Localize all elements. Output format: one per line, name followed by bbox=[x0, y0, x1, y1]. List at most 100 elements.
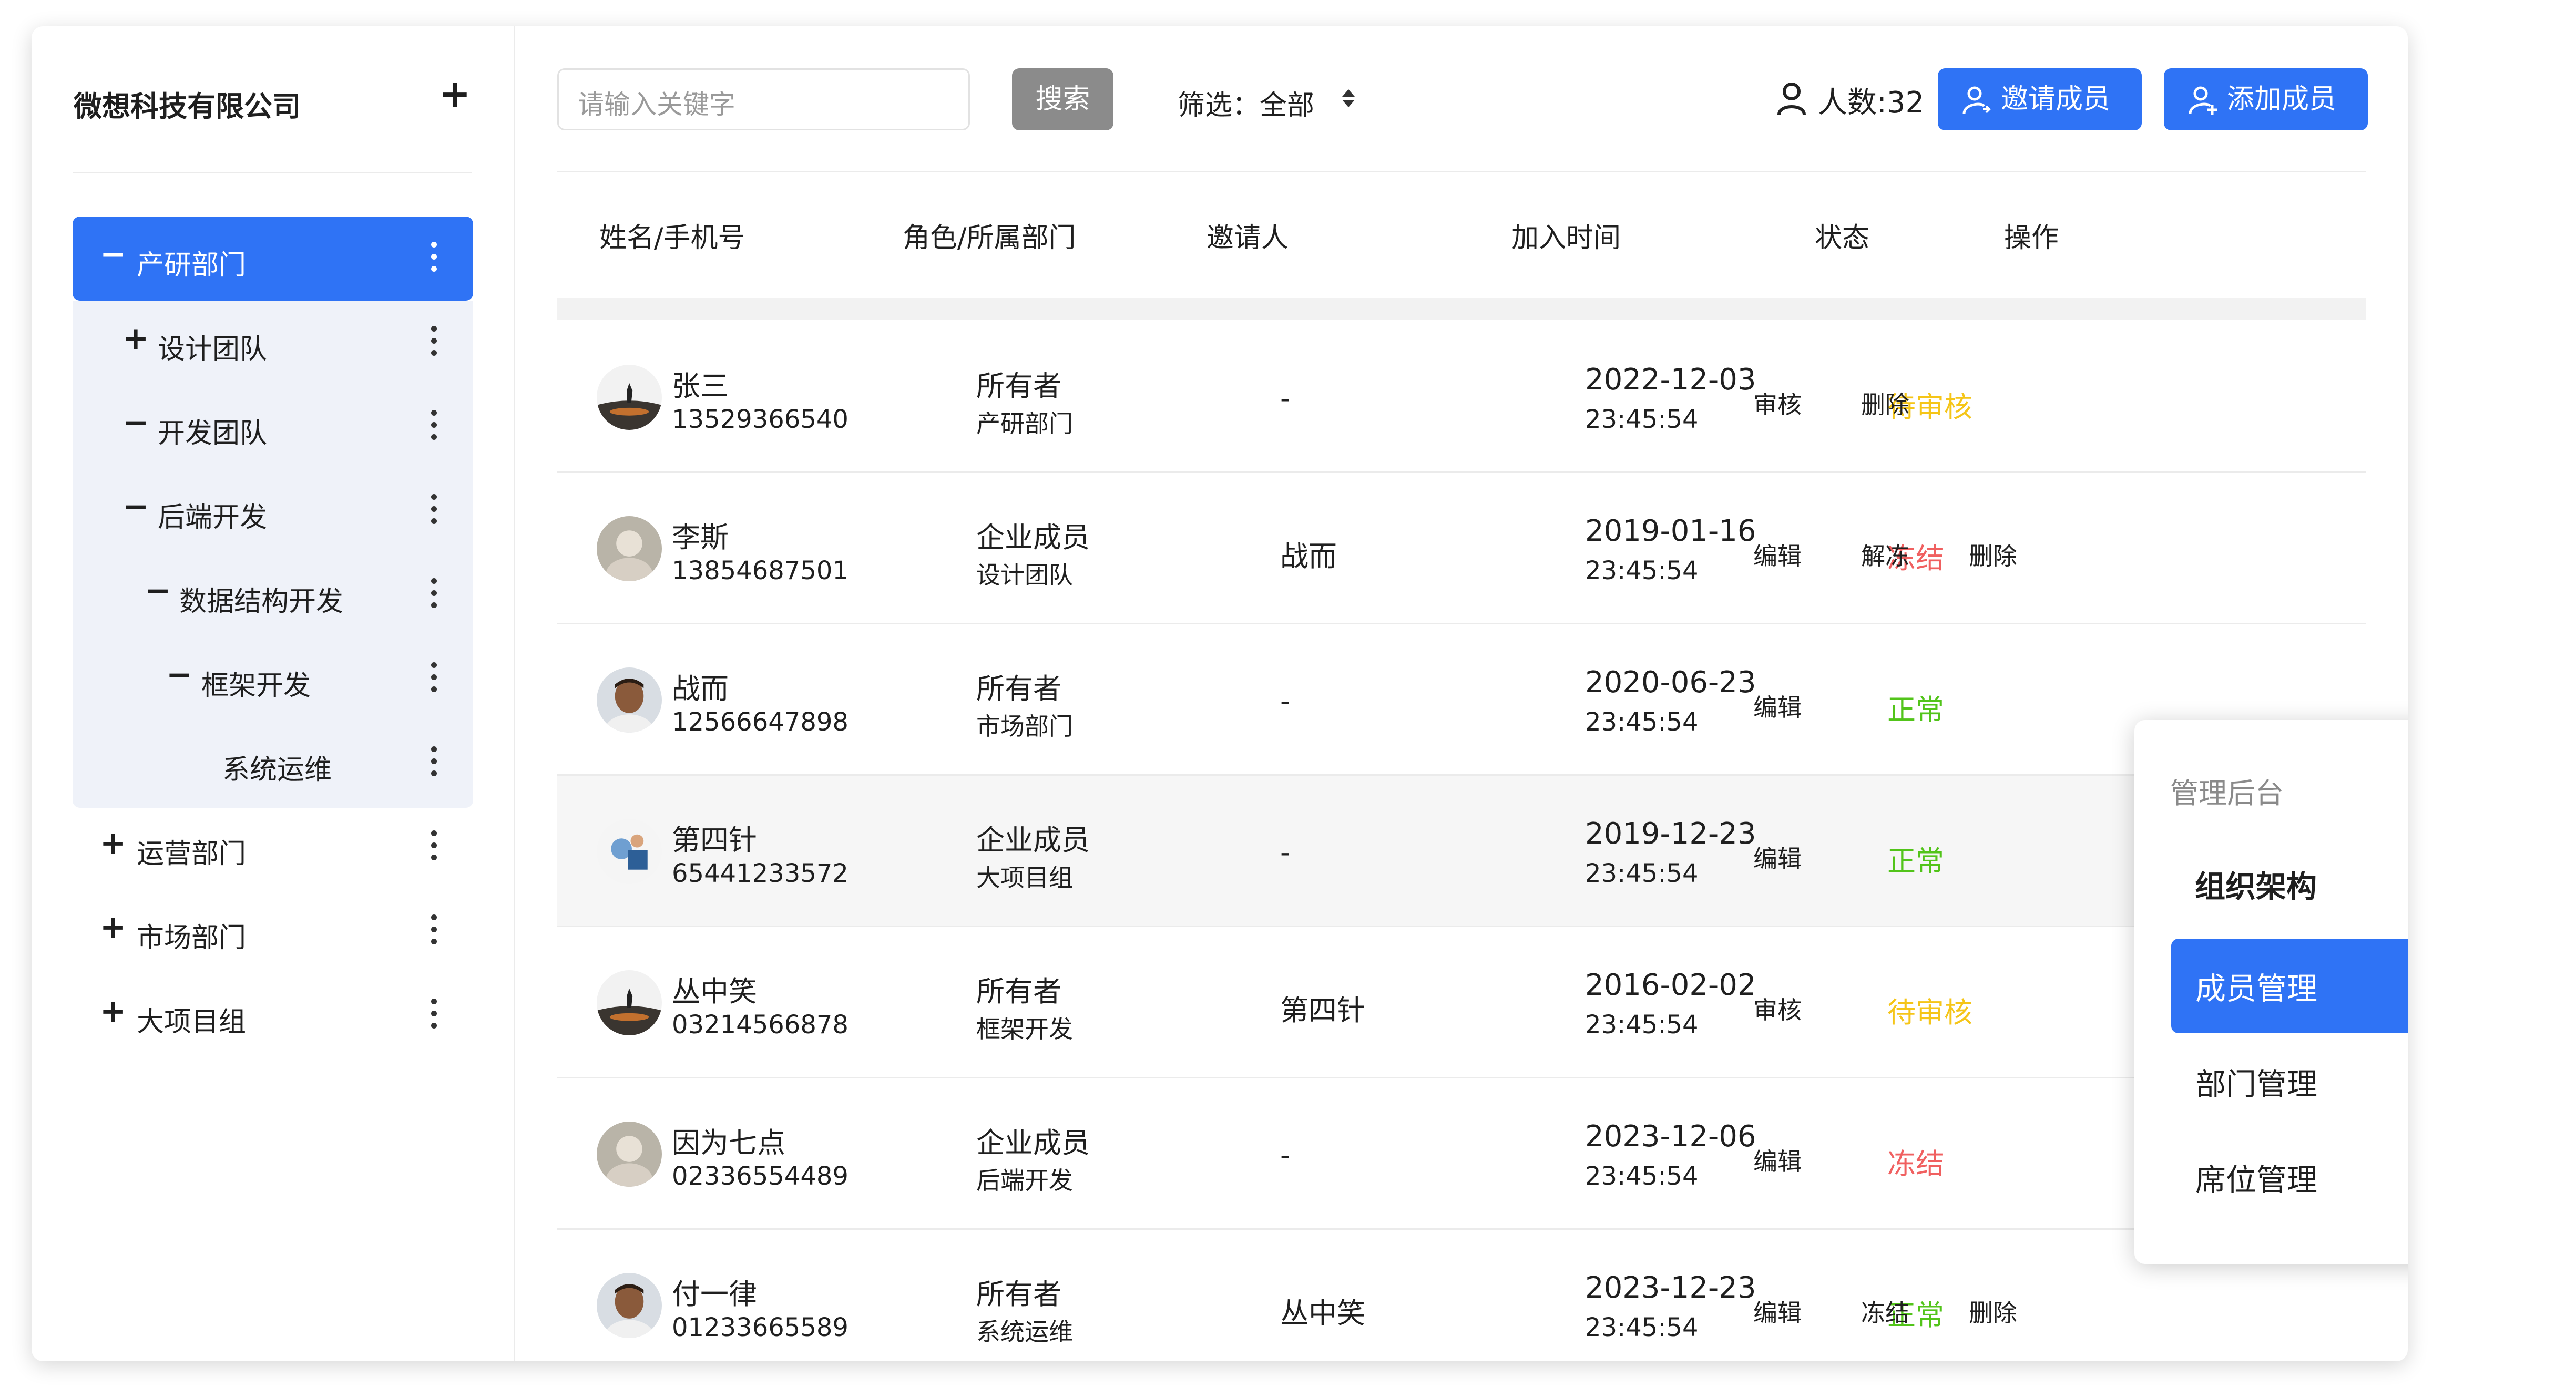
member-role: 企业成员 bbox=[976, 1126, 1090, 1159]
member-inviter: - bbox=[1280, 836, 1291, 869]
tree-node[interactable]: − 框架开发 bbox=[73, 637, 473, 721]
expand-icon[interactable]: + bbox=[100, 911, 126, 943]
add-member-button[interactable]: 添加成员 bbox=[2164, 68, 2368, 130]
tree-node[interactable]: − 产研部门 bbox=[73, 217, 473, 301]
join-time: 23:45:54 bbox=[1585, 1161, 1699, 1191]
join-date: 2023-12-06 bbox=[1585, 1119, 1756, 1154]
expand-icon[interactable]: + bbox=[122, 323, 149, 354]
row-action-button[interactable]: 删除 bbox=[1969, 1294, 2017, 1329]
more-options-icon[interactable] bbox=[431, 999, 438, 1035]
row-action-button[interactable]: 删除 bbox=[1861, 386, 1909, 420]
more-options-icon[interactable] bbox=[431, 830, 438, 867]
member-department: 后端开发 bbox=[976, 1166, 1073, 1195]
tree-node[interactable]: + 市场部门 bbox=[73, 889, 473, 973]
member-inviter: - bbox=[1280, 382, 1291, 415]
join-date: 2023-12-23 bbox=[1585, 1271, 1756, 1305]
collapse-icon[interactable]: − bbox=[122, 491, 149, 522]
search-button[interactable]: 搜索 bbox=[1012, 68, 1113, 130]
member-role: 所有者 bbox=[976, 672, 1061, 705]
member-name: 战而 bbox=[672, 672, 729, 705]
search-input[interactable]: 请输入关键字 bbox=[557, 68, 970, 130]
tree-node-label: 运营部门 bbox=[137, 838, 247, 870]
member-role: 所有者 bbox=[976, 1278, 1061, 1311]
collapse-icon[interactable]: − bbox=[122, 407, 149, 438]
member-department: 框架开发 bbox=[976, 1015, 1073, 1043]
tree-node[interactable]: + 运营部门 bbox=[73, 805, 473, 889]
tree-node[interactable]: − 后端开发 bbox=[73, 469, 473, 553]
table-row: 因为七点 02336554489 企业成员 后端开发 - 2023-12-06 23:45:… bbox=[557, 1078, 2366, 1230]
status-badge: 待审核 bbox=[1887, 996, 1972, 1029]
row-action-button[interactable]: 解冻 bbox=[1861, 537, 1909, 572]
row-action-button[interactable]: 编辑 bbox=[1753, 537, 1802, 572]
join-time: 23:45:54 bbox=[1585, 1313, 1699, 1342]
expand-icon[interactable]: + bbox=[100, 995, 126, 1027]
avatar bbox=[597, 1122, 662, 1187]
menu-item-seat-management[interactable]: 席位管理 bbox=[2171, 1130, 2408, 1225]
join-time: 23:45:54 bbox=[1585, 556, 1699, 585]
row-action-button[interactable]: 删除 bbox=[1969, 537, 2017, 572]
tree-node[interactable]: − 开发团队 bbox=[73, 385, 473, 469]
member-inviter: 丛中笑 bbox=[1280, 1297, 1365, 1330]
join-date: 2019-01-16 bbox=[1585, 514, 1756, 548]
table-row: 第四针 65441233572 企业成员 大项目组 - 2019-12-23 23:45:5… bbox=[557, 776, 2366, 927]
row-action-button[interactable]: 编辑 bbox=[1753, 840, 1802, 875]
tree-node-label: 数据结构开发 bbox=[179, 586, 344, 618]
menu-group-org[interactable]: 组织架构 bbox=[2195, 862, 2317, 906]
join-time: 23:45:54 bbox=[1585, 859, 1699, 888]
row-action-button[interactable]: 编辑 bbox=[1753, 688, 1802, 723]
member-name: 丛中笑 bbox=[672, 975, 757, 1008]
tree-node-label: 设计团队 bbox=[158, 334, 268, 365]
more-options-icon[interactable] bbox=[431, 746, 438, 783]
sort-arrows-icon[interactable] bbox=[1341, 82, 1356, 114]
tree-node[interactable]: + 大项目组 bbox=[73, 973, 473, 1057]
filter-select[interactable]: 筛选：全部 bbox=[1178, 83, 1314, 122]
row-action-button[interactable]: 审核 bbox=[1753, 991, 1802, 1026]
more-options-icon[interactable] bbox=[431, 326, 438, 362]
status-badge: 正常 bbox=[1887, 845, 1944, 878]
expand-icon[interactable]: + bbox=[100, 827, 126, 859]
toolbar-divider bbox=[557, 171, 2366, 172]
avatar bbox=[597, 667, 662, 733]
tree-node[interactable]: − 数据结构开发 bbox=[73, 553, 473, 637]
menu-item-department-management[interactable]: 部门管理 bbox=[2171, 1034, 2408, 1129]
more-options-icon[interactable] bbox=[431, 494, 438, 530]
member-count: 人数:32 bbox=[1818, 86, 1925, 120]
member-department: 市场部门 bbox=[976, 712, 1073, 741]
row-action-button[interactable]: 编辑 bbox=[1753, 1143, 1802, 1177]
join-time: 23:45:54 bbox=[1585, 1010, 1699, 1040]
more-options-icon[interactable] bbox=[431, 914, 438, 951]
member-phone: 65441233572 bbox=[672, 859, 849, 888]
tree-node-label: 开发团队 bbox=[158, 418, 268, 449]
member-role: 所有者 bbox=[976, 975, 1061, 1008]
member-department: 设计团队 bbox=[976, 561, 1073, 589]
row-action-button[interactable]: 冻结 bbox=[1861, 1294, 1909, 1329]
member-inviter: 第四针 bbox=[1280, 994, 1365, 1027]
menu-item-member-management[interactable]: 成员管理 bbox=[2171, 939, 2408, 1033]
col-header-actions: 操作 bbox=[2004, 222, 2059, 254]
table-row: 战而 12566647898 所有者 市场部门 - 2020-06-23 23:45:54 正… bbox=[557, 624, 2366, 776]
more-options-icon[interactable] bbox=[431, 578, 438, 614]
row-action-button[interactable]: 编辑 bbox=[1753, 1294, 1802, 1329]
row-action-button[interactable]: 审核 bbox=[1753, 386, 1802, 420]
tree-node[interactable]: 系统运维 bbox=[73, 721, 473, 805]
more-options-icon[interactable] bbox=[431, 242, 438, 278]
more-options-icon[interactable] bbox=[431, 662, 438, 698]
members-card: 微想科技有限公司 + − 产研部门 + 设计团队 − 开发团队 − 后端开发 − 数据结构开发 − 框… bbox=[32, 26, 2408, 1361]
col-header-name: 姓名/手机号 bbox=[599, 222, 745, 254]
tree-node[interactable]: + 设计团队 bbox=[73, 301, 473, 385]
avatar bbox=[597, 970, 662, 1035]
table-row: 张三 13529366540 所有者 产研部门 -2022-12-03 23:45:54 待… bbox=[557, 322, 2366, 473]
collapse-icon[interactable]: − bbox=[100, 239, 126, 270]
member-phone: 13529366540 bbox=[672, 405, 849, 434]
invite-member-button[interactable]: 邀请成员 bbox=[1938, 68, 2142, 130]
add-department-icon[interactable]: + bbox=[439, 75, 471, 112]
collapse-icon[interactable]: − bbox=[145, 575, 171, 607]
member-department: 系统运维 bbox=[976, 1318, 1073, 1346]
collapse-icon[interactable]: − bbox=[166, 659, 192, 691]
invite-member-label: 邀请成员 bbox=[2001, 84, 2111, 115]
col-header-role: 角色/所属部门 bbox=[903, 222, 1076, 254]
tree-node-label: 产研部门 bbox=[137, 250, 247, 281]
join-date: 2022-12-03 bbox=[1585, 363, 1756, 397]
more-options-icon[interactable] bbox=[431, 410, 438, 446]
divider bbox=[73, 172, 472, 173]
